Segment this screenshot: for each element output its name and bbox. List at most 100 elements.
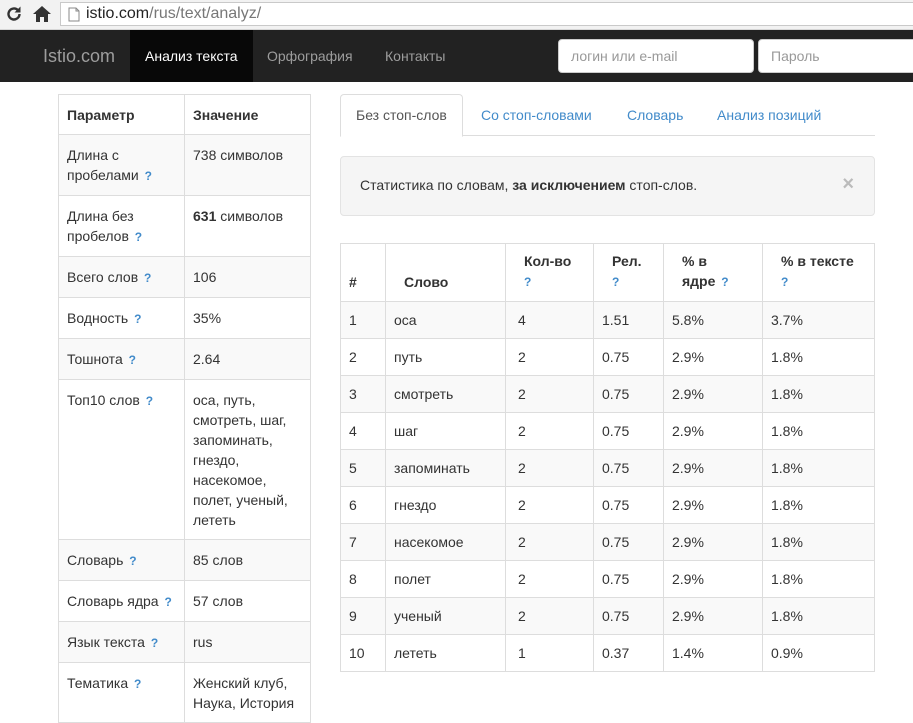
nav-item-spelling[interactable]: Орфография (252, 30, 368, 82)
params-row-nausea: Тошнота ? 2.64 (58, 338, 311, 380)
help-icon[interactable]: ? (134, 677, 141, 691)
nav-item-text-analysis[interactable]: Анализ текста (130, 30, 253, 82)
word-count: 2 (505, 560, 594, 598)
word-text-percent: 0.9% (762, 634, 875, 672)
params-row-topic: Тематика ? Женский клуб, Наука, История (58, 662, 311, 723)
help-icon[interactable]: ? (144, 271, 151, 285)
word-core-percent: 2.9% (663, 597, 763, 635)
help-icon[interactable]: ? (721, 275, 728, 289)
word-rel: 1.51 (593, 301, 664, 339)
analysis-tabs: Без стоп-слов Со стоп-словами Словарь Ан… (340, 94, 875, 137)
help-icon[interactable]: ? (134, 312, 141, 326)
params-row-length-with-spaces: Длина с пробелами ? 738 символов (58, 134, 311, 196)
word-rel: 0.75 (593, 338, 664, 376)
param-name: Длина с пробелами ? (58, 134, 185, 196)
tab-position-analysis[interactable]: Анализ позиций (702, 94, 836, 136)
browser-toolbar: istio.com/rus/text/analyz/ (0, 0, 913, 30)
word-text-percent: 1.8% (762, 560, 875, 598)
word-text-percent: 1.8% (762, 449, 875, 487)
param-name: Всего слов ? (58, 256, 185, 298)
word-rel: 0.75 (593, 560, 664, 598)
help-icon[interactable]: ? (135, 230, 142, 244)
param-value-top10: оса, путь, смотреть, шаг, запоминать, гн… (184, 379, 311, 540)
word-text: ученый (385, 597, 506, 635)
word-num: 2 (340, 338, 386, 376)
word-count: 2 (505, 597, 594, 635)
nav-item-contacts[interactable]: Контакты (370, 30, 460, 82)
param-label: Язык текста (67, 634, 145, 650)
word-text: гнездо (385, 486, 506, 524)
param-label: Словарь ядра (67, 593, 159, 609)
login-input[interactable] (558, 39, 754, 73)
word-stats-table: # Слово Кол-во ? Рел. ? % в ядре ? % в т… (340, 243, 875, 672)
tab-without-stopwords[interactable]: Без стоп-слов (340, 94, 463, 137)
word-text: шаг (385, 412, 506, 450)
param-value: 35% (184, 297, 311, 339)
word-count: 2 (505, 449, 594, 487)
home-icon[interactable] (32, 4, 52, 24)
help-icon[interactable]: ? (129, 554, 136, 568)
url-path: /rus/text/analyz/ (149, 5, 262, 22)
alert-text-bold: за исключением (512, 177, 626, 193)
address-bar[interactable]: istio.com/rus/text/analyz/ (60, 2, 913, 26)
help-icon[interactable]: ? (781, 275, 788, 289)
table-row: 2 путь 2 0.75 2.9% 1.8% (340, 338, 875, 376)
param-name: Тошнота ? (58, 338, 185, 380)
word-core-percent: 5.8% (663, 301, 763, 339)
col-header-rel: Рел. ? (593, 243, 664, 302)
word-rel: 0.75 (593, 375, 664, 413)
help-icon[interactable]: ? (151, 636, 158, 650)
col-header-text: % в тексте ? (762, 243, 875, 302)
help-icon[interactable]: ? (612, 275, 619, 289)
help-icon[interactable]: ? (145, 169, 152, 183)
word-num: 10 (340, 634, 386, 672)
password-input[interactable] (758, 39, 913, 73)
col-header-count: Кол-во ? (505, 243, 594, 302)
table-row: 10 лететь 1 0.37 1.4% 0.9% (340, 634, 875, 672)
word-count: 2 (505, 523, 594, 561)
help-icon[interactable]: ? (146, 394, 153, 408)
word-num: 9 (340, 597, 386, 635)
param-value: rus (184, 621, 311, 663)
col-header-text-label: % в тексте (781, 253, 854, 269)
tab-with-stopwords[interactable]: Со стоп-словами (466, 94, 607, 136)
alert-text-before: Статистика по словам, (360, 177, 513, 193)
url-host: istio.com (86, 5, 150, 22)
word-num: 1 (340, 301, 386, 339)
word-text-percent: 1.8% (762, 375, 875, 413)
alert-text: Статистика по словам, за исключением сто… (360, 177, 697, 193)
table-row: 4 шаг 2 0.75 2.9% 1.8% (340, 412, 875, 450)
tab-vocabulary[interactable]: Словарь (612, 94, 698, 136)
reload-icon[interactable] (4, 4, 24, 24)
word-num: 5 (340, 449, 386, 487)
table-row: 3 смотреть 2 0.75 2.9% 1.8% (340, 375, 875, 413)
help-icon[interactable]: ? (129, 353, 136, 367)
word-core-percent: 2.9% (663, 523, 763, 561)
brand-link[interactable]: Istio.com (43, 30, 115, 82)
help-icon[interactable]: ? (164, 595, 171, 609)
param-label: Словарь (67, 552, 124, 568)
word-text: путь (385, 338, 506, 376)
table-row: 7 насекомое 2 0.75 2.9% 1.8% (340, 523, 875, 561)
word-stats-panel: # Слово Кол-во ? Рел. ? % в ядре ? % в т… (340, 243, 875, 672)
close-icon[interactable]: × (842, 174, 854, 194)
word-core-percent: 2.9% (663, 486, 763, 524)
word-core-percent: 2.9% (663, 338, 763, 376)
word-text: смотреть (385, 375, 506, 413)
params-row-language: Язык текста ? rus (58, 621, 311, 663)
word-rel: 0.75 (593, 523, 664, 561)
params-header-value: Значение (184, 94, 311, 135)
param-label: Тематика (67, 675, 129, 691)
word-text-percent: 1.8% (762, 412, 875, 450)
word-count: 2 (505, 412, 594, 450)
word-text: лететь (385, 634, 506, 672)
col-header-core-line2: ядре (682, 273, 716, 289)
word-rel: 0.37 (593, 634, 664, 672)
param-name: Водность ? (58, 297, 185, 339)
alert-text-after: стоп-слов. (625, 177, 698, 193)
word-rel: 0.75 (593, 449, 664, 487)
word-core-percent: 2.9% (663, 449, 763, 487)
word-count: 2 (505, 375, 594, 413)
help-icon[interactable]: ? (524, 275, 531, 289)
param-value-bold: 631 (193, 208, 217, 224)
